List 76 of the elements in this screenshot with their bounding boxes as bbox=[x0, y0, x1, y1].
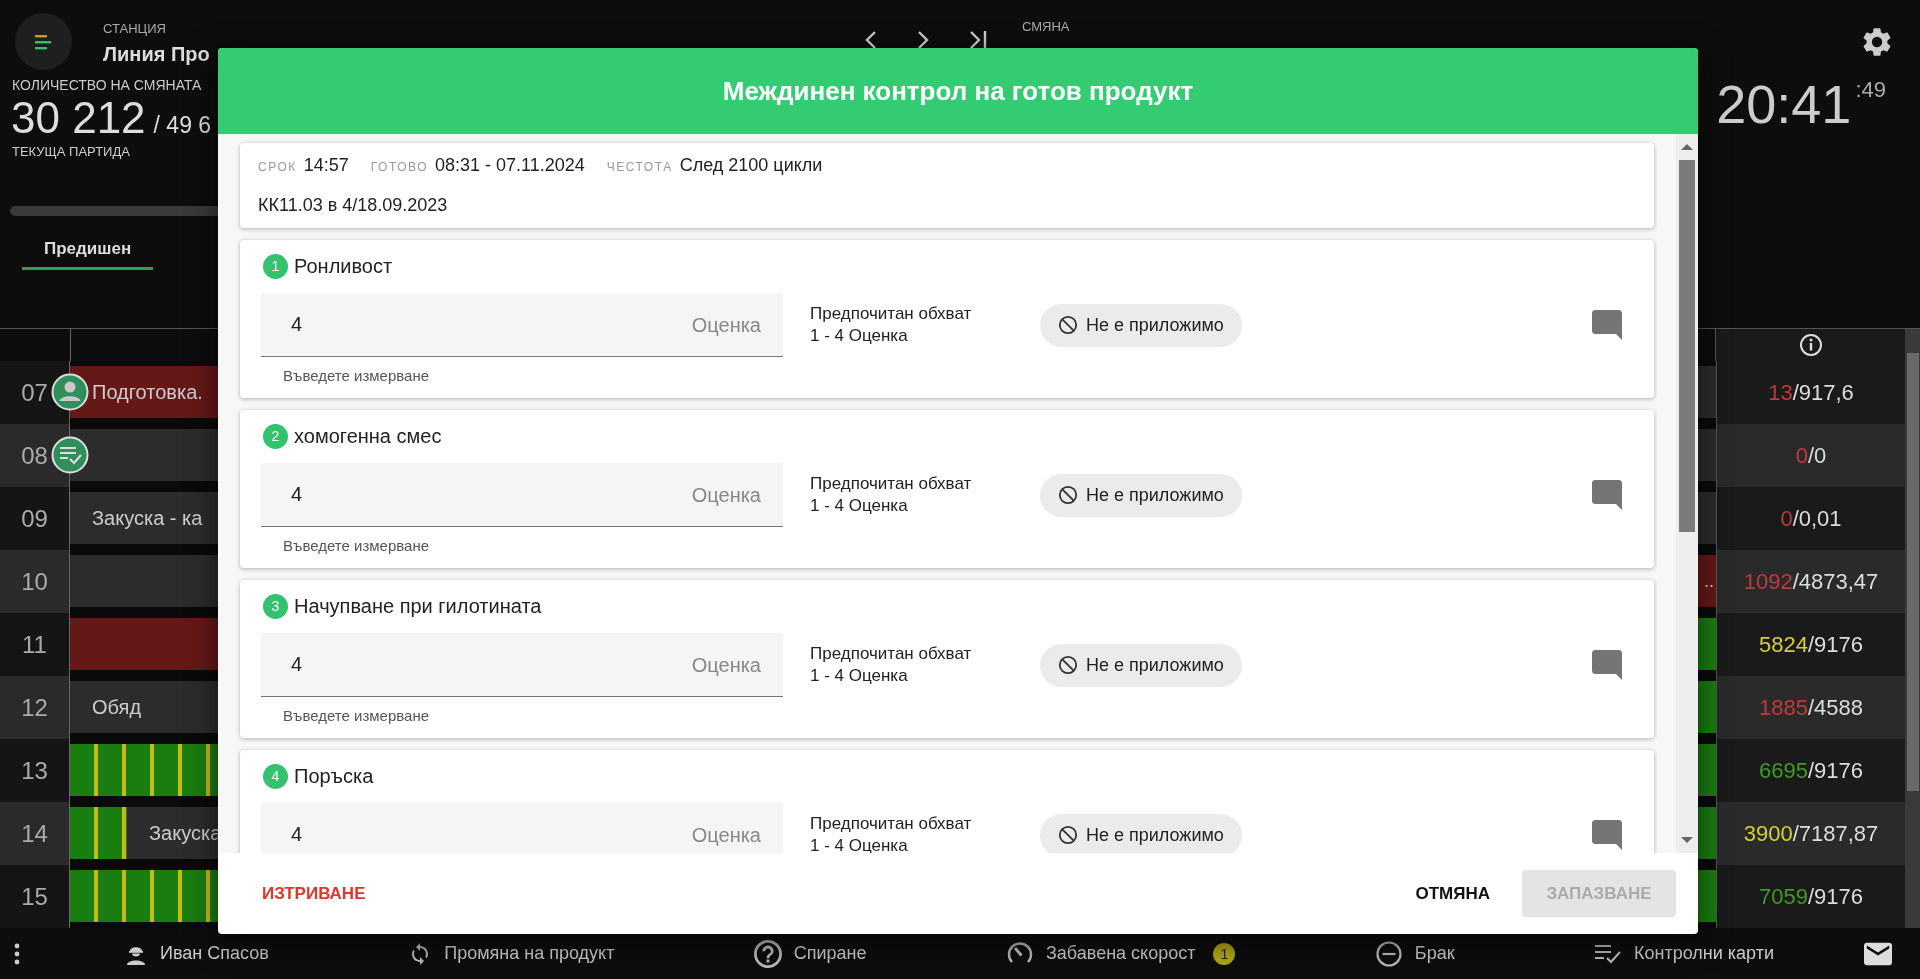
range-label: Предпочитан обхват bbox=[810, 473, 973, 495]
target-count: /7187,87 bbox=[1792, 820, 1879, 847]
bottom-bar-action[interactable]: Иван Спасов bbox=[160, 943, 269, 964]
not-applicable-chip[interactable]: Не е приложимо bbox=[1040, 303, 1242, 347]
target-count: /4588 bbox=[1807, 694, 1863, 721]
bottom-bar-action[interactable]: Контролни карти bbox=[1634, 943, 1774, 964]
helper-text: Въведете измерване bbox=[283, 367, 431, 385]
unit-label: Оценка bbox=[691, 654, 761, 676]
info-label: СРОК bbox=[258, 160, 297, 174]
stoppage-segment: .. bbox=[1698, 555, 1716, 607]
hour-label: 12 bbox=[0, 676, 70, 739]
unit-label: Оценка bbox=[691, 314, 761, 336]
unit-label: Оценка bbox=[691, 824, 761, 846]
tab[interactable]: Предишен bbox=[22, 232, 154, 270]
delete-button[interactable]: ИЗТРИВАНЕ bbox=[262, 883, 366, 904]
actual-count: 1885 bbox=[1759, 694, 1808, 721]
range-label: Предпочитан обхват bbox=[810, 643, 973, 665]
quantity-target: / 49 6 bbox=[153, 112, 212, 139]
actual-count: 3900 bbox=[1743, 820, 1793, 847]
shift-label: СМЯНА bbox=[1022, 19, 1070, 35]
bottom-bar-action[interactable]: Спиране bbox=[793, 943, 867, 964]
info-label: ЧЕСТОТА bbox=[606, 160, 673, 174]
actual-count: 7059 bbox=[1759, 883, 1808, 910]
target-count: /0,01 bbox=[1792, 505, 1842, 532]
batch-label: ТЕКУЩА ПАРТИДА bbox=[12, 144, 131, 160]
hour-label: 14 bbox=[0, 802, 70, 865]
station-name: Линия Про bbox=[103, 42, 210, 66]
info-value: След 2100 цикли bbox=[679, 155, 823, 176]
check-item-name: Ронливост bbox=[294, 254, 393, 278]
target-count: /917,6 bbox=[1792, 379, 1854, 406]
hour-label: 13 bbox=[0, 739, 70, 802]
clock-time: 20:41 bbox=[1716, 73, 1852, 136]
count-badge: 1 bbox=[1213, 942, 1236, 965]
hour-label: 09 bbox=[0, 487, 70, 550]
info-label: ГОТОВО bbox=[370, 160, 428, 174]
actual-count: 13 bbox=[1768, 379, 1793, 406]
check-item-name: хомогенна смес bbox=[294, 424, 442, 448]
range-value: 1 - 4 Оценка bbox=[810, 495, 909, 517]
check-item-name: Начупване при гилотината bbox=[294, 594, 542, 618]
step-number: 2 bbox=[263, 423, 288, 449]
target-count: /9176 bbox=[1807, 757, 1863, 784]
hour-label: 10 bbox=[0, 550, 70, 613]
target-count: /9176 bbox=[1807, 883, 1863, 910]
quantity-label: КОЛИЧЕСТВО НА СМЯНАТА bbox=[12, 76, 203, 94]
cancel-button[interactable]: ОТМЯНА bbox=[1401, 873, 1504, 914]
station-label: СТАНЦИЯ bbox=[103, 21, 167, 37]
bottom-bar-action[interactable]: Промяна на продукт bbox=[444, 943, 615, 964]
step-number: 4 bbox=[263, 763, 288, 789]
step-number: 1 bbox=[263, 253, 288, 279]
hour-label: 15 bbox=[0, 865, 70, 928]
range-label: Предпочитан обхват bbox=[810, 813, 973, 835]
shift-quantity: 30 212 bbox=[11, 94, 146, 142]
range-label: Предпочитан обхват bbox=[810, 303, 973, 325]
target-count: /0 bbox=[1807, 442, 1827, 469]
hour-label: 11 bbox=[0, 613, 70, 676]
info-value: 08:31 - 07.11.2024 bbox=[435, 155, 585, 176]
info-value: 14:57 bbox=[303, 155, 349, 176]
actual-count: 0 bbox=[1780, 505, 1793, 532]
bottom-bar-action[interactable]: Забавена скорост bbox=[1046, 943, 1196, 964]
range-value: 1 - 4 Оценка bbox=[810, 325, 909, 347]
step-number: 3 bbox=[263, 593, 288, 619]
actual-count: 6695 bbox=[1759, 757, 1808, 784]
reference-text: КК11.03 в 4/18.09.2023 bbox=[258, 194, 449, 217]
dialog-title: Междинен контрол на готов продукт bbox=[218, 48, 1698, 134]
target-count: /9176 bbox=[1807, 631, 1863, 658]
actual-count: 1092 bbox=[1743, 568, 1793, 595]
bottom-bar-action[interactable]: Брак bbox=[1414, 943, 1455, 964]
not-applicable-chip[interactable]: Не е приложимо bbox=[1040, 643, 1242, 687]
check-item-name: Поръска bbox=[294, 764, 374, 788]
actual-count: 5824 bbox=[1759, 631, 1808, 658]
not-applicable-chip[interactable]: Не е приложимо bbox=[1040, 473, 1242, 517]
actual-count: 0 bbox=[1795, 442, 1808, 469]
helper-text: Въведете измерване bbox=[283, 707, 431, 725]
target-count: /4873,47 bbox=[1792, 568, 1879, 595]
clock-seconds: :49 bbox=[1855, 77, 1886, 103]
not-applicable-chip[interactable]: Не е приложимо bbox=[1040, 813, 1242, 853]
